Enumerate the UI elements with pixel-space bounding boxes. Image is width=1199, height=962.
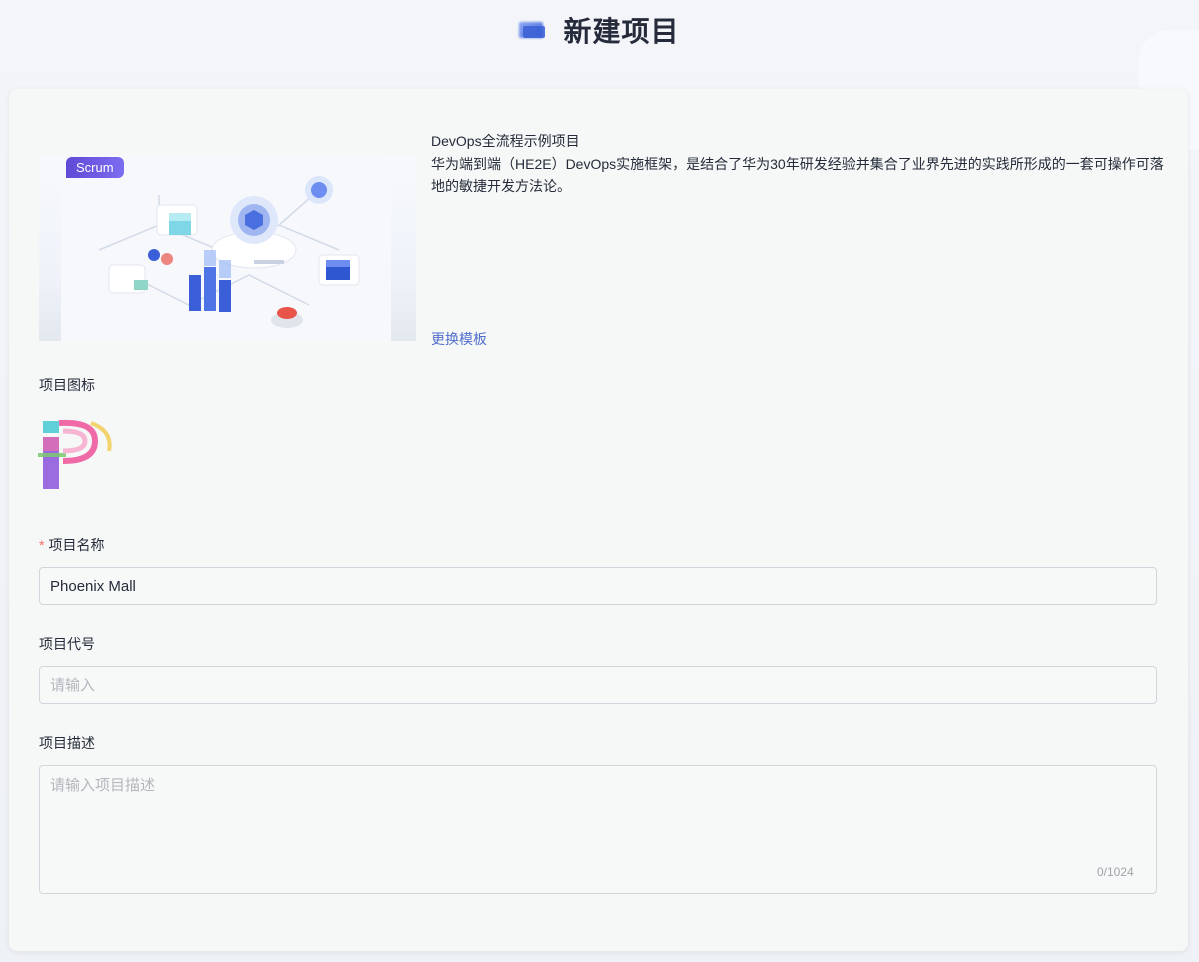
project-code-label: 项目代号 (39, 636, 95, 652)
project-code-input[interactable] (39, 666, 1157, 704)
page-title: 新建项目 (563, 16, 680, 47)
template-name: DevOps全流程示例项目 (431, 133, 580, 149)
project-name-input[interactable] (39, 567, 1157, 605)
project-name-label-text: 项目名称 (48, 537, 105, 553)
template-illustration[interactable]: Scrum (39, 155, 416, 341)
project-description-textarea[interactable] (39, 765, 1157, 894)
page: 新建项目 Scrum DevOps全流程示例项目 华为端到端（HE2E）DevO… (0, 0, 1199, 962)
project-icon-label: 项目图标 (39, 377, 95, 393)
form-card: Scrum DevOps全流程示例项目 华为端到端（HE2E）DevOps实施框… (9, 89, 1188, 951)
description-char-counter: 0/1024 (1097, 865, 1134, 879)
project-logo-icon[interactable] (33, 417, 115, 489)
project-name-label: * 项目名称 (39, 535, 104, 555)
template-description: 华为端到端（HE2E）DevOps实施框架，是结合了华为30年研发经验并集合了业… (431, 156, 1164, 194)
change-template-link[interactable]: 更换模板 (431, 329, 487, 349)
page-header: 新建项目 (0, 0, 1199, 60)
project-logo-graphic (38, 419, 112, 489)
required-mark: * (39, 537, 45, 553)
project-description-label: 项目描述 (39, 735, 95, 751)
project-header-icon (519, 20, 546, 40)
template-illustration-graphic (61, 155, 391, 341)
scrum-badge: Scrum (66, 157, 124, 178)
